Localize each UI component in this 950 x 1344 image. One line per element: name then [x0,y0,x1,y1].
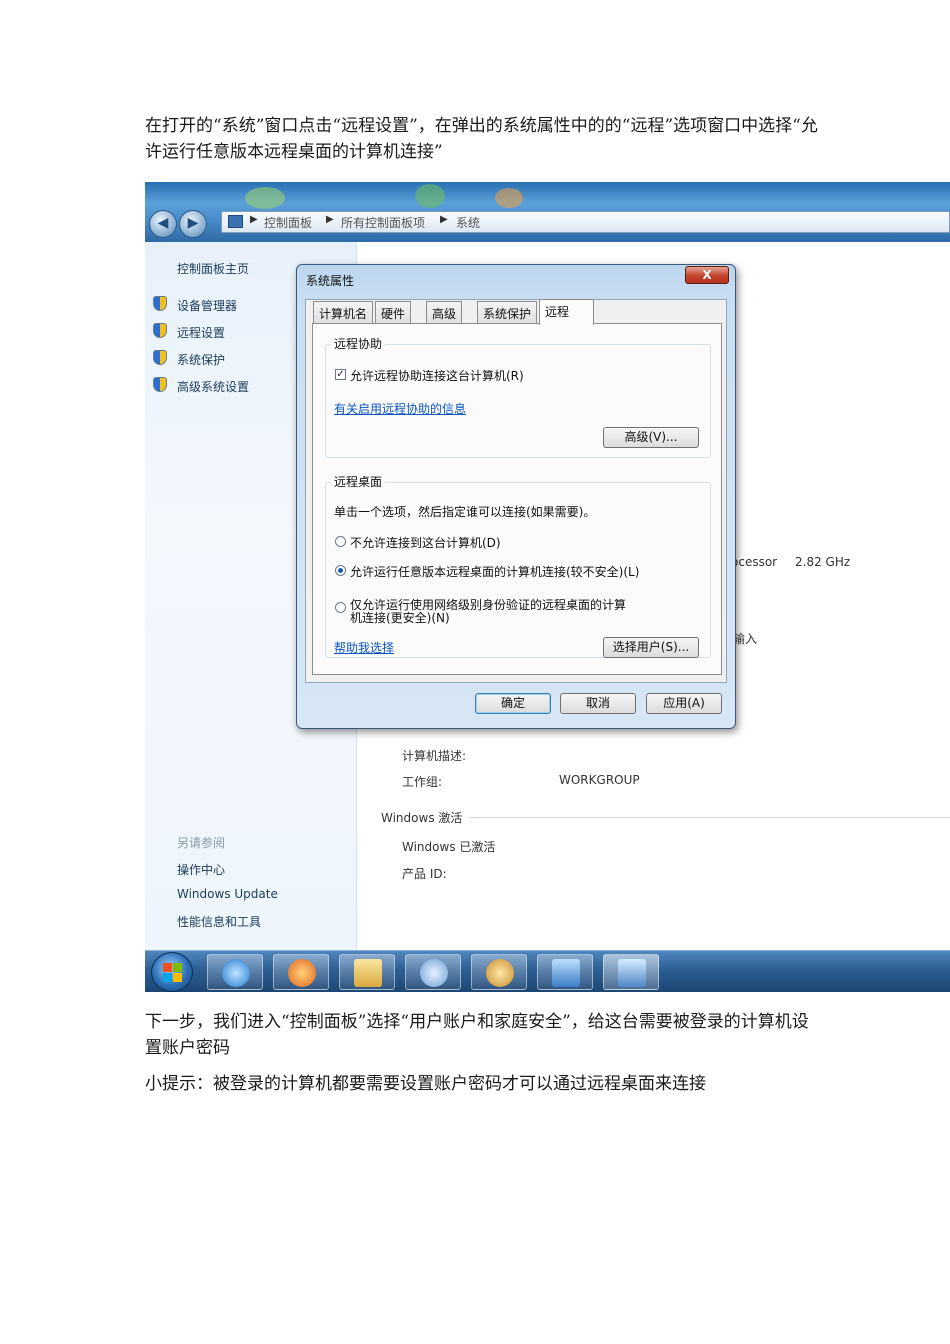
allow-assistance-checkbox[interactable]: ✓ [335,369,346,380]
remote-desktop-instruction: 单击一个选项，然后指定谁可以连接(如果需要)。 [334,505,596,519]
taskbar-media-button[interactable] [273,954,329,990]
shield-icon [153,377,167,392]
windows-logo-icon [163,973,172,982]
sidebar-performance-tools[interactable]: 性能信息和工具 [177,913,261,930]
shield-icon [153,323,167,338]
taskbar-explorer-button[interactable] [339,954,395,990]
sidebar-windows-update[interactable]: Windows Update [177,887,278,901]
forward-button[interactable]: ▶ [179,210,207,238]
sidebar-device-manager[interactable]: 设备管理器 [177,297,237,314]
system-properties-dialog: 系统属性 X 计算机名 硬件 高级 系统保护 远程 远程协助 ✓ 允许远程协助连… [296,264,736,729]
control-panel-icon [228,215,243,228]
taskbar-control-panel-button[interactable] [537,954,593,990]
section-divider [469,817,950,818]
sidebar-action-center[interactable]: 操作中心 [177,861,225,878]
tab-hardware[interactable]: 硬件 [375,301,412,323]
taskbar [145,950,950,992]
start-button[interactable] [151,952,193,992]
computer-monitor-icon [618,959,646,987]
workgroup-value: WORKGROUP [559,773,640,787]
taskbar-network-button[interactable] [405,954,461,990]
breadcrumb-control-panel[interactable]: 控制面板 [264,214,312,231]
dialog-close-button[interactable]: X [685,266,729,284]
taskbar-ie-button[interactable] [207,954,263,990]
allow-nla-label-line2[interactable]: 机连接(更安全)(N) [350,609,450,626]
screenshot-system-window: ◀ ▶ ▶ 控制面板 ▶ 所有控制面板项 ▶ 系统 控制面板主页 设备管理器 远… [145,182,950,992]
sidebar-advanced-settings[interactable]: 高级系统设置 [177,378,249,395]
assistance-info-link[interactable]: 有关启用远程协助的信息 [334,400,466,417]
breadcrumb-system[interactable]: 系统 [456,214,480,231]
control-panel-icon [552,959,580,987]
explorer-titlebar: ◀ ▶ ▶ 控制面板 ▶ 所有控制面板项 ▶ 系统 [145,182,950,242]
shield-icon [153,296,167,311]
radio-allow-any-version[interactable] [335,565,346,576]
product-id-label: 产品 ID: [402,867,447,881]
windows-logo-icon [173,973,182,982]
taskbar-system-button[interactable] [603,954,659,990]
advanced-button[interactable]: 高级(V)... [603,427,699,448]
sidebar-remote-settings[interactable]: 远程设置 [177,324,225,341]
radio-allow-nla-only[interactable] [335,602,346,613]
back-button[interactable]: ◀ [149,210,177,238]
tip-paragraph: 小提示：被登录的计算机都要需要设置账户密码才可以通过远程桌面来连接 [145,1074,706,1094]
tab-system-protection[interactable]: 系统保护 [477,301,538,323]
windows-logo-icon [163,963,172,972]
intro-paragraph: 在打开的“系统”窗口点击“远程设置”，在弹出的系统属性中的的“远程”选项窗口中选… [145,116,818,162]
workgroup-label: 工作组: [402,775,443,789]
see-also-heading: 另请参阅 [177,836,226,850]
paint-palette-icon [486,959,514,987]
tab-advanced[interactable]: 高级 [426,301,463,323]
back-arrow-icon: ◀ [157,215,169,231]
media-player-icon [288,959,316,987]
processor-label-partial: ocessor [731,555,778,569]
remote-tab-panel: 远程协助 ✓ 允许远程协助连接这台计算机(R) 有关启用远程协助的信息 高级(V… [312,323,722,675]
internet-explorer-icon [222,959,250,987]
input-label-partial: 输入 [733,632,758,646]
computer-description-label: 计算机描述: [402,749,467,763]
activation-status: Windows 已激活 [402,840,496,854]
apply-button[interactable]: 应用(A) [646,693,722,714]
shield-icon [153,350,167,365]
ok-button[interactable]: 确定 [475,693,551,714]
select-users-button[interactable]: 选择用户(S)... [603,637,699,658]
tab-computer-name[interactable]: 计算机名 [313,301,374,323]
network-globe-icon [420,959,448,987]
folder-icon [354,959,382,987]
allow-assistance-label[interactable]: 允许远程协助连接这台计算机(R) [350,367,524,384]
radio-deny-connections[interactable] [335,536,346,547]
allow-any-version-label[interactable]: 允许运行任意版本远程桌面的计算机连接(较不安全)(L) [350,563,639,580]
forward-arrow-icon: ▶ [187,215,199,231]
address-bar[interactable]: ▶ 控制面板 ▶ 所有控制面板项 ▶ 系统 [221,211,950,233]
breadcrumb-separator-icon: ▶ [250,214,258,225]
taskbar-paint-button[interactable] [471,954,527,990]
remote-assistance-heading: 远程协助 [331,335,386,352]
cancel-button[interactable]: 取消 [560,693,636,714]
breadcrumb-all-items[interactable]: 所有控制面板项 [341,214,425,231]
deny-connections-label[interactable]: 不允许连接到这台计算机(D) [350,534,501,551]
next-step-paragraph: 下一步，我们进入“控制面板”选择“用户账户和家庭安全”，给这台需要被登录的计算机… [145,1012,809,1058]
breadcrumb-separator-icon: ▶ [440,214,448,225]
dialog-title: 系统属性 [306,274,355,288]
remote-desktop-heading: 远程桌面 [331,473,386,490]
activation-section-title: Windows 激活 [381,811,463,825]
help-me-choose-link[interactable]: 帮助我选择 [334,639,394,656]
sidebar-home-link[interactable]: 控制面板主页 [177,260,249,277]
breadcrumb-separator-icon: ▶ [326,214,334,225]
tab-remote[interactable]: 远程 [539,299,594,325]
windows-logo-icon [173,963,182,972]
processor-speed: 2.82 GHz [795,555,851,569]
sidebar-system-protection[interactable]: 系统保护 [177,351,225,368]
